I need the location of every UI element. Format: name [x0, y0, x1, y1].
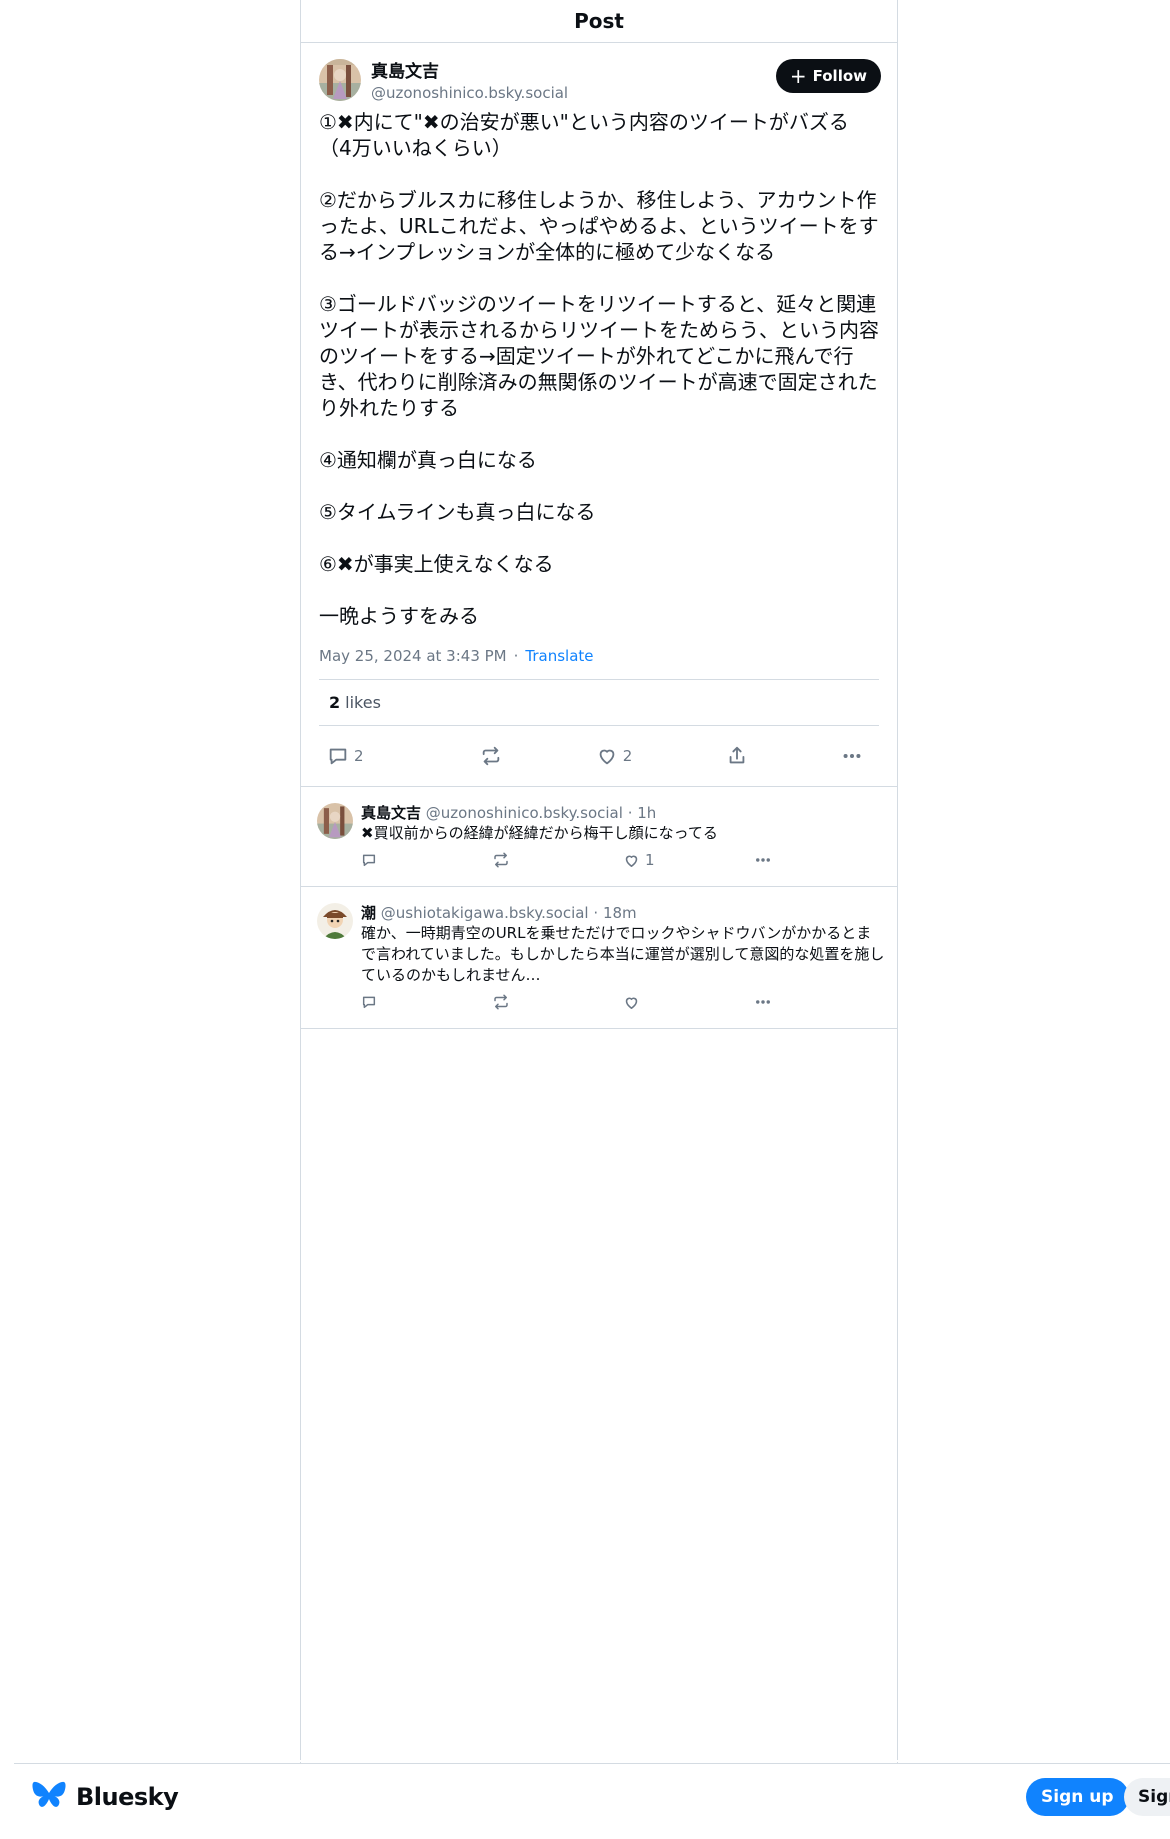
- repost-button[interactable]: [492, 993, 623, 1011]
- follow-label: Follow: [812, 67, 867, 85]
- signup-button[interactable]: Sign up: [1026, 1778, 1129, 1816]
- reply-time[interactable]: 1h: [637, 804, 656, 822]
- author-handle[interactable]: @uzonoshinico.bsky.social: [371, 83, 568, 103]
- share-icon: [726, 745, 748, 767]
- like-icon: [596, 745, 618, 767]
- reply-icon: [327, 745, 349, 767]
- reply-header: 真島文吉 @uzonoshinico.bsky.social · 1h: [361, 803, 885, 823]
- translate-link[interactable]: Translate: [525, 647, 593, 665]
- like-icon: [623, 994, 640, 1011]
- reply-header: 潮󠄀 @ushiotakigawa.bsky.social · 18m: [361, 903, 885, 923]
- likes-label: likes: [345, 693, 381, 712]
- reply-separator: ·: [593, 904, 599, 922]
- author-display-name[interactable]: 真島文吉: [371, 61, 568, 83]
- likes-count: 2: [329, 693, 341, 712]
- avatar[interactable]: [319, 59, 361, 101]
- more-icon: [754, 851, 772, 869]
- reply-item[interactable]: 潮󠄀 @ushiotakigawa.bsky.social · 18m 確か、一…: [301, 887, 897, 1029]
- repost-icon: [480, 745, 502, 767]
- reply-action-bar: [361, 986, 885, 1018]
- reply-item[interactable]: 真島文吉 @uzonoshinico.bsky.social · 1h ✖買収前…: [301, 787, 897, 887]
- brand-logo[interactable]: Bluesky: [32, 1780, 179, 1814]
- post-action-bar: 2 2: [319, 726, 879, 786]
- plus-icon: +: [789, 64, 807, 88]
- avatar[interactable]: [317, 903, 353, 939]
- post-timestamp[interactable]: May 25, 2024 at 3:43 PM: [319, 647, 507, 665]
- post-text: ①✖内にて"✖の治安が悪い"という内容のツイートがバズる（4万いいねくらい） ②…: [319, 110, 879, 628]
- post-thread-column: Post 真島文吉 @uzonoshinico.bsky.social + Fo…: [300, 0, 898, 1760]
- likes-summary[interactable]: 2 likes: [319, 679, 879, 726]
- page-title: Post: [574, 9, 624, 33]
- more-options-button[interactable]: [841, 745, 863, 767]
- repost-button[interactable]: [480, 745, 502, 767]
- signin-button[interactable]: Sign in: [1124, 1778, 1170, 1816]
- reply-count: 2: [354, 747, 364, 765]
- more-options-button[interactable]: [754, 851, 885, 869]
- signup-footer: Bluesky Sign up Sign in: [14, 1763, 1170, 1839]
- more-icon: [754, 993, 772, 1011]
- follow-button[interactable]: + Follow: [775, 59, 881, 93]
- reply-button[interactable]: 2: [327, 745, 387, 767]
- reply-handle[interactable]: @uzonoshinico.bsky.social: [426, 804, 623, 822]
- reply-handle[interactable]: @ushiotakigawa.bsky.social: [381, 904, 589, 922]
- avatar[interactable]: [317, 803, 353, 839]
- reply-text: ✖買収前からの経緯が経緯だから梅干し顔になってる: [361, 824, 718, 842]
- like-count: 2: [622, 747, 633, 765]
- like-button[interactable]: 2: [596, 745, 633, 767]
- reply-icon: [361, 852, 377, 868]
- like-button[interactable]: 1: [623, 851, 754, 869]
- meta-separator: ·: [513, 647, 519, 665]
- repost-button[interactable]: [492, 851, 623, 869]
- reply-icon: [361, 994, 377, 1010]
- reply-display-name[interactable]: 潮󠄀: [361, 904, 376, 922]
- reply-time[interactable]: 18m: [603, 904, 637, 922]
- reply-separator: ·: [627, 804, 633, 822]
- reply-display-name[interactable]: 真島文吉: [361, 804, 421, 822]
- reply-text: 確か、一時期青空のURLを乗せただけでロックやシャドウバンがかかるとまで言われて…: [361, 924, 885, 984]
- like-count: 1: [645, 851, 655, 869]
- reply-button[interactable]: [361, 994, 492, 1010]
- more-options-button[interactable]: [754, 993, 885, 1011]
- share-button[interactable]: [726, 745, 748, 767]
- like-icon: [623, 852, 640, 869]
- butterfly-icon: [32, 1780, 66, 1814]
- brand-name: Bluesky: [76, 1783, 179, 1811]
- repost-icon: [492, 851, 510, 869]
- repost-icon: [492, 993, 510, 1011]
- more-icon: [841, 745, 863, 767]
- page-header: Post: [301, 0, 897, 43]
- reply-action-bar: 1: [361, 844, 885, 876]
- like-button[interactable]: [623, 994, 754, 1011]
- post-meta: May 25, 2024 at 3:43 PM · Translate: [319, 647, 879, 665]
- main-post: 真島文吉 @uzonoshinico.bsky.social + Follow …: [301, 43, 897, 787]
- reply-button[interactable]: [361, 852, 492, 868]
